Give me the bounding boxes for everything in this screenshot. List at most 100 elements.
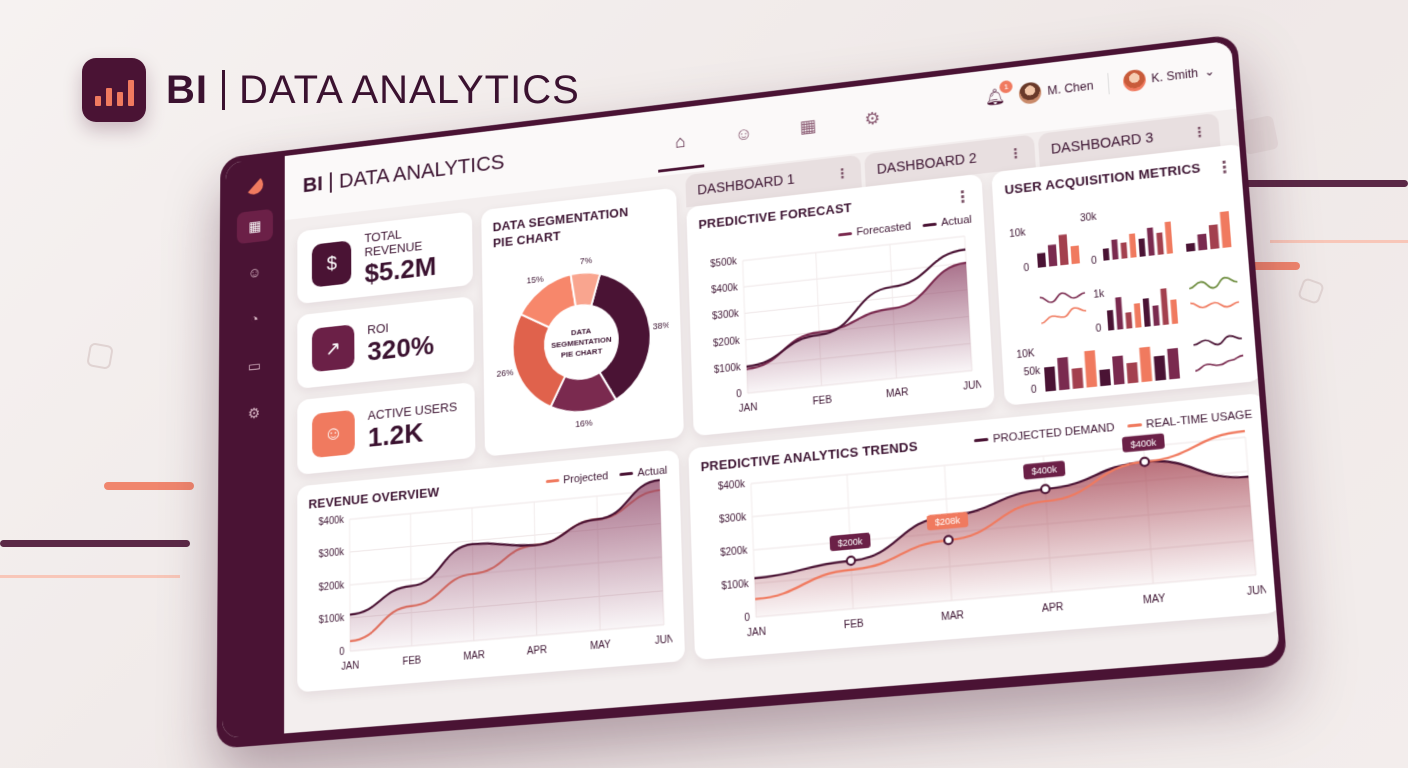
y-tick-label: $500k xyxy=(710,256,737,270)
hero-title: BI DATA ANALYTICS xyxy=(166,68,580,113)
more-icon[interactable]: ⋮ xyxy=(1008,144,1023,162)
decorative-stripe xyxy=(104,482,194,490)
x-tick-label: FEB xyxy=(844,618,864,632)
user-name: K. Smith xyxy=(1150,66,1199,86)
app-title-text: DATA ANALYTICS xyxy=(338,149,505,193)
pie-icon: ◔ xyxy=(250,310,259,328)
mini-sparkline xyxy=(1193,335,1242,347)
sidebar-item-users[interactable]: ☺ xyxy=(237,255,273,291)
pie-chart: 38%16%26%15%7%DATASEGMENTATIONPIE CHART xyxy=(496,255,671,429)
mini-bar xyxy=(1120,242,1128,259)
user-m-chen[interactable]: M. Chen xyxy=(1018,75,1094,105)
kpi-card-total-revenue: $ TOTAL REVENUE $5.2M xyxy=(297,211,473,305)
mini-bar xyxy=(1164,221,1173,254)
mini-bar xyxy=(1142,298,1151,327)
user-acquisition-card: USER ACQUISITION METRICS ⋮ 10k 0 30k 0 1k 0 10… xyxy=(991,143,1263,406)
callout-label: $200k xyxy=(837,536,863,549)
mini-sparkline xyxy=(1040,291,1086,304)
decorative-square xyxy=(86,342,114,370)
x-tick-label: FEB xyxy=(812,394,832,407)
user-name: M. Chen xyxy=(1047,78,1094,98)
y-tick-label: $300k xyxy=(719,512,747,526)
users-icon: ☺ xyxy=(247,263,262,282)
mini-bar xyxy=(1037,252,1047,268)
series-area xyxy=(349,480,665,652)
notification-badge: 1 xyxy=(999,79,1014,94)
pie-slice-label: 7% xyxy=(580,255,593,266)
mini-bar xyxy=(1208,224,1220,250)
y-tick-label: $400k xyxy=(711,282,738,296)
kpi-value: 320% xyxy=(367,329,435,366)
analytics-trends-card: PREDICTIVE ANALYTICS TRENDS PROJECTED DE… xyxy=(688,392,1280,661)
sidebar-item-dashboard[interactable]: ▦ xyxy=(236,208,273,245)
sidebar-item-calendar[interactable]: ▭ xyxy=(236,348,273,384)
x-tick-label: MAY xyxy=(1143,593,1167,607)
mini-bar xyxy=(1160,288,1169,326)
pie-slice-label: 38% xyxy=(653,319,671,331)
bell-icon[interactable]: 🔔︎ 1 xyxy=(984,79,1014,108)
home-icon[interactable]: ⌂ xyxy=(665,125,697,159)
decorative-square xyxy=(1296,276,1326,306)
series-area xyxy=(743,262,973,394)
x-tick-label: MAR xyxy=(941,610,965,624)
more-icon[interactable]: ⋮ xyxy=(1215,157,1233,179)
chevron-down-icon[interactable]: ⌄ xyxy=(1204,64,1215,79)
series-area xyxy=(751,452,1257,618)
sidebar-item-analytics[interactable]: ◔ xyxy=(236,301,272,337)
divider xyxy=(1106,73,1110,95)
legend-label: Actual xyxy=(637,464,668,479)
mini-bar xyxy=(1126,362,1139,384)
more-icon[interactable]: ⋮ xyxy=(1192,123,1208,141)
more-icon[interactable]: ⋮ xyxy=(835,164,850,182)
hero-title-text: DATA ANALYTICS xyxy=(239,67,580,112)
mini-bar xyxy=(1152,305,1160,326)
mini-axis-label: 50k xyxy=(1023,365,1041,378)
app-title: BI DATA ANALYTICS xyxy=(303,150,505,198)
mini-bar xyxy=(1185,242,1196,252)
x-tick-label: JAN xyxy=(747,626,767,639)
mini-bar xyxy=(1047,244,1058,267)
mini-axis-label: 1k xyxy=(1093,288,1105,301)
gear-icon[interactable]: ⚙ xyxy=(856,102,889,136)
decorative-stripe xyxy=(0,575,180,578)
x-tick-label: APR xyxy=(1042,601,1064,615)
x-tick-label: JAN xyxy=(341,660,359,673)
data-point xyxy=(847,556,855,565)
mini-bar xyxy=(1129,233,1137,258)
users-icon[interactable]: ☺ xyxy=(728,117,760,151)
hero-brand: BI DATA ANALYTICS xyxy=(82,58,580,122)
pie-chart-card: DATA SEGMENTATION PIE CHART 38% 16% 26% 15%… xyxy=(481,187,684,457)
app-title-divider xyxy=(329,172,332,193)
mini-sparkline xyxy=(1189,276,1238,290)
y-tick-label: $100k xyxy=(714,362,741,376)
y-tick-label: $400k xyxy=(718,479,746,493)
y-tick-label: $100k xyxy=(721,578,749,592)
tablet-device: ▦ ☺ ◔ ▭ ⚙ BI DATA ANALYTICS ⌂ ☺ ▦ ⚙ 🔔︎1 xyxy=(216,34,1288,749)
y-tick-label: $300k xyxy=(712,309,739,323)
mini-bar xyxy=(1099,369,1111,387)
user-k-smith[interactable]: K. Smith ⌄ xyxy=(1122,60,1215,93)
x-tick-label: APR xyxy=(527,644,547,657)
mini-axis-label: 10K xyxy=(1016,348,1036,361)
mini-bar xyxy=(1106,309,1115,331)
tab-label: DASHBOARD 3 xyxy=(1050,129,1154,157)
mini-bar xyxy=(1071,367,1084,389)
sidebar-item-settings[interactable]: ⚙ xyxy=(236,395,273,431)
mini-bar xyxy=(1058,234,1069,266)
mini-sparkline xyxy=(1190,298,1239,310)
mini-sparkline xyxy=(1041,307,1087,324)
mini-bar xyxy=(1170,299,1179,325)
app-title-bold: BI xyxy=(302,171,323,197)
mini-bar xyxy=(1102,248,1110,261)
callout-label: $208k xyxy=(935,515,961,528)
pie-slice-label: 16% xyxy=(575,417,593,429)
calendar-icon[interactable]: ▦ xyxy=(792,109,824,143)
mini-bar xyxy=(1115,296,1124,330)
mini-axis-label: 30k xyxy=(1080,211,1098,224)
mini-bar xyxy=(1070,245,1080,265)
more-icon[interactable]: ⋮ xyxy=(954,187,971,208)
x-tick-label: JUN xyxy=(1246,584,1266,598)
x-tick-label: MAR xyxy=(463,650,485,663)
mini-bar xyxy=(1138,238,1146,257)
y-tick-label: $200k xyxy=(319,580,345,594)
